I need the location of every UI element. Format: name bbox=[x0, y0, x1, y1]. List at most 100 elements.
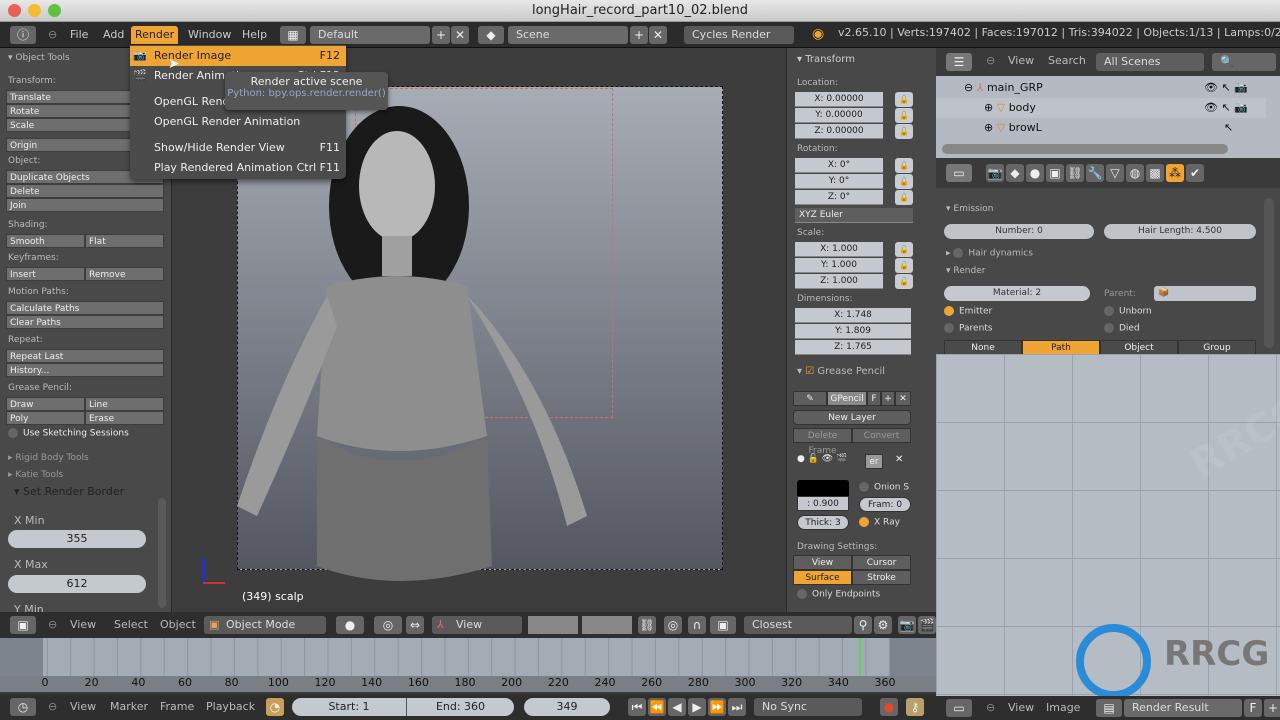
world-tab-icon[interactable]: ● bbox=[1026, 164, 1044, 182]
layers-grid[interactable] bbox=[528, 616, 578, 634]
view-menu[interactable]: View bbox=[70, 618, 96, 631]
menu-window[interactable]: Window bbox=[184, 26, 235, 44]
insert-keyframe-button[interactable]: Insert bbox=[6, 267, 85, 281]
menu-add[interactable]: Add bbox=[99, 26, 128, 44]
jump-to-end-icon[interactable]: ⏭ bbox=[728, 698, 746, 716]
timeline-ruler[interactable]: 0 20 40 60 80 100 120 140 160 180 200 220 240 260 280 3… bbox=[0, 676, 936, 692]
constraints-tab-icon[interactable]: ⛓ bbox=[1066, 164, 1084, 182]
menu-item-opengl-render-animation[interactable]: OpenGL Render Animation bbox=[130, 112, 346, 132]
rotation-mode-select[interactable]: XYZ Euler bbox=[795, 208, 913, 223]
set-render-border-header[interactable]: ▾ Set Render Border bbox=[14, 485, 124, 498]
opacity-field[interactable]: : 0.900 bbox=[797, 496, 849, 511]
emission-panel-header[interactable]: ▾ Emission bbox=[946, 204, 993, 214]
image-menu[interactable]: Image bbox=[1046, 701, 1080, 714]
dimensions-z-field[interactable]: Z: 1.765 bbox=[795, 340, 911, 355]
texture-tab-icon[interactable]: ▩ bbox=[1146, 164, 1164, 182]
scene-tab-icon[interactable]: ◆ bbox=[1006, 164, 1024, 182]
collapse-menu-icon[interactable]: ⊖ bbox=[48, 618, 57, 631]
jump-to-keyframe-forward-icon[interactable]: ⏩ bbox=[708, 698, 726, 716]
opengl-render-animation-icon[interactable]: 🎬 bbox=[918, 616, 936, 634]
sync-mode-select[interactable]: No Sync bbox=[754, 698, 862, 716]
flat-button[interactable]: Flat bbox=[85, 234, 164, 248]
delete-scene-button[interactable]: ✕ bbox=[649, 26, 667, 44]
end-frame-field[interactable]: End: 360 bbox=[406, 698, 514, 716]
fake-user-button[interactable]: F bbox=[1244, 699, 1262, 717]
xray-checkbox[interactable]: X Ray bbox=[859, 517, 900, 528]
render-panel-header[interactable]: ▾ Render bbox=[946, 266, 985, 276]
thickness-field[interactable]: Thick: 3 bbox=[797, 515, 849, 530]
jump-to-keyframe-back-icon[interactable]: ⏪ bbox=[648, 698, 666, 716]
3d-view-editor-type-icon[interactable]: ▣ bbox=[10, 616, 36, 634]
draw-view-button[interactable]: View bbox=[793, 555, 852, 570]
outliner-row[interactable]: ⊕ ▽ browL ↖ bbox=[936, 118, 1266, 138]
scale-z-field[interactable]: Z: 1.000 bbox=[795, 274, 883, 289]
hair-dynamics-panel-header[interactable]: ▸ Hair dynamics bbox=[946, 248, 1033, 259]
location-z-field[interactable]: Z: 0.00000 bbox=[795, 124, 883, 139]
add-scene-button[interactable]: + bbox=[630, 26, 648, 44]
start-frame-field[interactable]: Start: 1 bbox=[292, 698, 406, 716]
lock-icon[interactable]: 🔓 bbox=[895, 242, 913, 257]
xmax-field[interactable]: 612 bbox=[8, 575, 146, 593]
properties-scrollbar[interactable] bbox=[1264, 198, 1274, 348]
delete-frame-button[interactable]: Delete Frame bbox=[793, 428, 852, 456]
delete-layout-button[interactable]: ✕ bbox=[451, 26, 469, 44]
rotation-z-field[interactable]: Z: 0° bbox=[795, 190, 883, 205]
outliner-menu-search[interactable]: Search bbox=[1048, 54, 1086, 67]
align-rotation-icon[interactable]: ⚲ bbox=[854, 616, 872, 634]
draw-button[interactable]: Draw bbox=[6, 397, 85, 411]
zoom-window-button[interactable] bbox=[48, 4, 61, 17]
data-tab-icon[interactable]: ▽ bbox=[1106, 164, 1124, 182]
marker-menu[interactable]: Marker bbox=[110, 700, 148, 713]
layers-grid[interactable] bbox=[582, 616, 632, 634]
menu-render[interactable]: Render bbox=[131, 26, 179, 44]
layer-name-field[interactable]: er bbox=[865, 454, 883, 469]
outliner-menu-view[interactable]: View bbox=[1008, 54, 1034, 67]
lock-layers-icon[interactable]: ⛓ bbox=[638, 616, 656, 634]
unborn-checkbox[interactable]: Unborn bbox=[1104, 306, 1152, 317]
calculate-paths-button[interactable]: Calculate Paths bbox=[6, 301, 164, 315]
menu-item-show-hide-render-view[interactable]: Show/Hide Render View F11 bbox=[130, 138, 346, 158]
lock-icon[interactable]: 🔓 bbox=[895, 258, 913, 273]
menu-item-play-rendered-animation[interactable]: Play Rendered Animation Ctrl F11 bbox=[130, 158, 346, 178]
mode-select[interactable]: ▣ Object Mode bbox=[204, 616, 326, 634]
lock-icon[interactable]: 🔓 bbox=[895, 190, 913, 205]
erase-button[interactable]: Erase bbox=[85, 411, 164, 425]
scene-field[interactable]: Scene bbox=[508, 26, 628, 44]
snap-target-select[interactable]: Closest bbox=[744, 616, 852, 634]
gpencil-browse-icon[interactable]: ✎ bbox=[793, 391, 827, 406]
frame-menu[interactable]: Frame bbox=[160, 700, 194, 713]
use-preview-range-icon[interactable]: ◔ bbox=[266, 698, 284, 716]
screen-layout-icon[interactable]: ▦ bbox=[280, 26, 306, 44]
object-tab-icon[interactable]: ▣ bbox=[1046, 164, 1064, 182]
render-mode-object-button[interactable]: Object bbox=[1100, 340, 1178, 355]
lock-icon[interactable]: 🔓 bbox=[895, 174, 913, 189]
viewport-shading-icon[interactable]: ● bbox=[336, 616, 364, 634]
close-window-button[interactable] bbox=[8, 4, 21, 17]
draw-stroke-button[interactable]: Stroke bbox=[852, 570, 911, 585]
convert-button[interactable]: Convert bbox=[852, 428, 911, 443]
onion-skin-checkbox[interactable]: Onion S bbox=[859, 482, 909, 493]
image-name-field[interactable]: Render Result bbox=[1124, 699, 1242, 717]
image-view-menu[interactable]: View bbox=[1008, 701, 1034, 714]
lock-icon[interactable]: 🔓 bbox=[895, 124, 913, 139]
collapse-menu-icon[interactable]: ⊖ bbox=[986, 54, 995, 67]
scene-icon[interactable]: ◆ bbox=[478, 26, 504, 44]
lock-icon[interactable]: 🔓 bbox=[895, 274, 913, 289]
object-tools-header[interactable]: ▾ Object Tools bbox=[8, 53, 70, 63]
transform-orientation-select[interactable]: ⅄ View bbox=[432, 616, 522, 634]
number-field[interactable]: Number: 0 bbox=[944, 224, 1094, 239]
auto-keyframe-record-icon[interactable]: ● bbox=[880, 698, 898, 716]
proportional-edit-icon[interactable]: ◎ bbox=[664, 616, 682, 634]
menu-help[interactable]: Help bbox=[238, 26, 271, 44]
grease-pencil-header[interactable]: ▾ ☑ Grease Pencil bbox=[797, 366, 885, 377]
hair-length-field[interactable]: Hair Length: 4.500 bbox=[1104, 224, 1256, 239]
menu-file[interactable]: File bbox=[66, 26, 92, 44]
katie-tools-header[interactable]: ▸ Katie Tools bbox=[8, 470, 63, 480]
render-mode-none-button[interactable]: None bbox=[944, 340, 1022, 355]
clear-paths-button[interactable]: Clear Paths bbox=[6, 315, 164, 329]
smooth-button[interactable]: Smooth bbox=[6, 234, 85, 248]
keying-set-icon[interactable]: ⚷ bbox=[906, 698, 924, 716]
died-checkbox[interactable]: Died bbox=[1104, 323, 1140, 334]
poly-button[interactable]: Poly bbox=[6, 411, 85, 425]
layer-icons[interactable]: ● 🔓 👁 🎬 bbox=[797, 454, 847, 464]
